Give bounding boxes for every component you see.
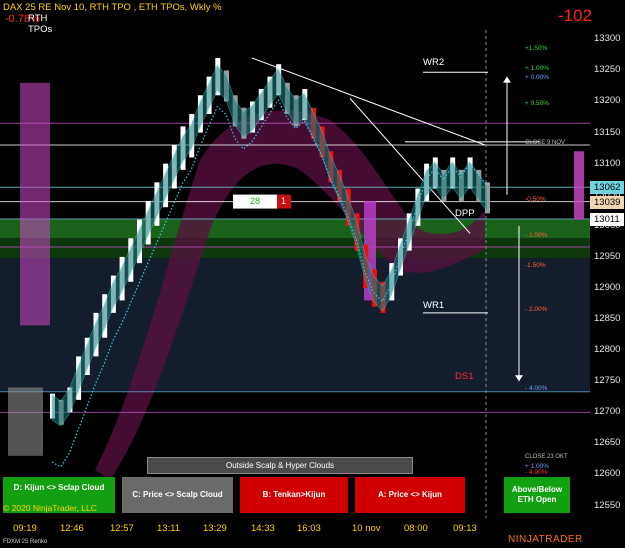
zone-band [0,219,590,239]
points-change: -102 [558,6,593,25]
y-tick-label: 12950 [594,250,621,262]
tenkan-kijun-button[interactable]: B: Tenkan>Kijun [240,477,348,513]
close-annotation: CLOSE 9 NOV [525,140,566,146]
ninjatrader-logo: NINJATRADER [508,534,583,545]
x-tick-label: 09:19 [13,523,37,534]
x-tick-label: 14:33 [251,523,275,534]
x-tick-label: 12:46 [60,523,84,534]
percent-level-label: -0.50% [525,196,546,204]
price-scalp-button[interactable]: C: Price <> Scalp Cloud [122,477,233,513]
eth-open-button[interactable]: Above/Below ETH Open [504,477,570,513]
y-tick-label: 12650 [594,437,621,449]
percent-level-label: - 4.90% [525,469,548,477]
price-tag: 13039 [590,195,625,209]
signal-count: 28 [250,195,261,206]
y-tick-label: 12600 [594,468,621,480]
x-tick-label: 16:03 [297,523,321,534]
price-kijun-button[interactable]: A: Price <> Kijun [355,477,465,513]
rth-tpos-label: RTH TPOs [28,13,52,35]
zone-band [0,238,590,259]
price-tag: 13011 [590,212,624,226]
tpos-label: TPOs [28,24,53,35]
level-label: DS1 [455,371,474,383]
y-tick-label: 12850 [594,313,621,325]
y-tick-label: 12900 [594,281,621,293]
tpo-profile-eth [8,387,43,456]
y-tick-label: 13100 [594,157,621,169]
y-tick-label: 13300 [594,33,621,45]
instrument-label: FDXM 25 Renko [3,539,48,545]
y-tick-label: 12750 [594,375,621,387]
y-tick-label: 13150 [594,126,621,138]
x-tick-label: 08:00 [404,523,428,534]
scalp-hyper-button[interactable]: Outside Scalp & Hyper Clouds [147,457,413,474]
tpo-profile-left [20,82,50,326]
x-tick-label: 12:57 [110,523,134,534]
level-label: WR1 [423,299,445,311]
chart-title: DAX 25 RE Nov 10, RTH TPO , ETH TPOs, Wk… [3,2,222,13]
percent-level-label: - 4.00% [525,384,548,392]
y-tick-label: 12800 [594,344,621,356]
close-annotation: CLOSE 23 OKT [525,453,568,460]
y-tick-label: 13200 [594,95,621,107]
x-tick-label: 13:11 [157,523,181,534]
percent-level-label: +1.50% [525,44,548,52]
x-tick-label: 09:13 [453,523,477,534]
kijun-scalp-label: D: Kijun <> Sclap Cloud [13,483,105,492]
copyright: © 2020 NinjaTrader, LLC [3,503,97,513]
level-label: WR2 [423,57,445,69]
percent-level-label: + 0.00% [525,74,550,82]
percent-level-label: + 0.50% [525,99,550,107]
x-tick-label: 10 nov [352,523,381,534]
percent-level-label: - 1.00% [525,232,548,240]
percent-level-label: - 2.00% [525,305,548,313]
percent-level-label: -1.50% [525,262,546,270]
y-tick-label: 12550 [594,499,621,511]
price-tag: 13062 [590,181,625,195]
tpo-profile-right [574,151,584,220]
x-tick-label: 13:29 [203,523,227,534]
y-tick-label: 12700 [594,406,621,418]
arrow-up-head [503,76,511,83]
percent-level-label: + 1.00% [525,65,550,73]
rth-label: RTH [28,13,48,24]
y-tick-label: 13250 [594,64,621,76]
signal-count: 1 [281,195,287,206]
level-label: DPP [455,208,475,220]
